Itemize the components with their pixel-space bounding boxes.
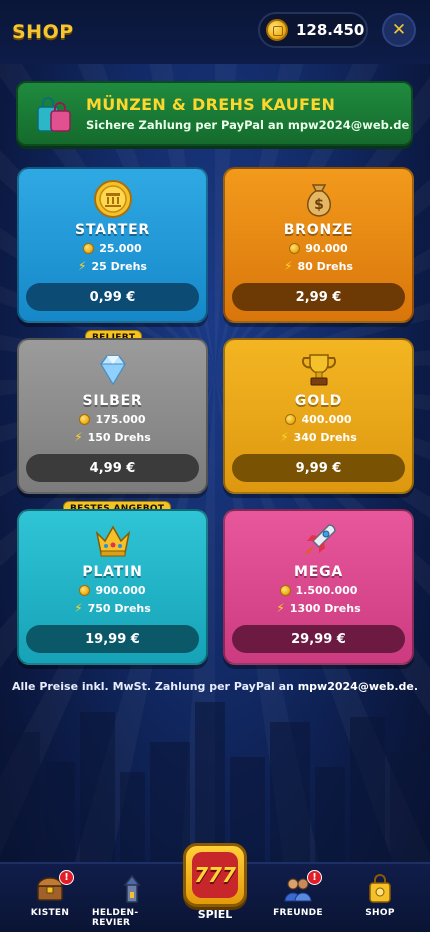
package-coins: 900.000 (95, 584, 146, 597)
package-coins: 175.000 (95, 413, 146, 426)
close-icon: ✕ (391, 20, 407, 40)
package-spins: 750 Drehs (87, 601, 151, 615)
disclaimer-email: mpw2024@web.de (297, 680, 414, 693)
coin-balance-amount: 128.450 (296, 21, 365, 39)
coin-icon (83, 243, 95, 254)
banner-title: MÜNZEN & DREHS KAUFEN (86, 95, 336, 114)
coin-icon (279, 585, 291, 596)
city-skyline-decoration (0, 702, 430, 862)
package-card-bronze[interactable]: $ BRONZE 90.000 ⚡ 80 Drehs 2,99 € (223, 167, 414, 323)
package-spins: 80 Drehs (297, 259, 353, 273)
disclaimer-text: Alle Preise inkl. MwSt. Zahlung per PayP… (11, 680, 298, 693)
package-spins: 340 Drehs (293, 430, 357, 444)
bolt-icon: ⚡ (74, 601, 83, 615)
nav-item-kisten[interactable]: ! KISTEN (10, 870, 90, 918)
package-spins: 1300 Drehs (289, 601, 361, 615)
tower-icon (123, 874, 141, 903)
package-card-mega[interactable]: MEGA 1.500.000 ⚡ 1300 Drehs 29,99 € (223, 509, 414, 665)
coin-icon (285, 414, 297, 425)
banner-subtitle: Sichere Zahlung per PayPal an mpw2024@we… (86, 118, 410, 132)
bolt-icon: ⚡ (280, 430, 289, 444)
nav-item-shop[interactable]: SHOP (340, 874, 420, 918)
buy-button-mega[interactable]: 29,99 € (232, 625, 405, 653)
package-card-platin[interactable]: PLATIN 900.000 ⚡ 750 Drehs 19,99 € (17, 509, 208, 665)
buy-button-gold[interactable]: 9,99 € (232, 454, 405, 482)
package-name: GOLD (294, 393, 343, 409)
purchase-banner[interactable]: MÜNZEN & DREHS KAUFEN Sichere Zahlung pe… (16, 81, 413, 146)
bolt-icon: ⚡ (74, 430, 83, 444)
package-coins: 1.500.000 (295, 584, 358, 597)
slot-777-icon: 777 (192, 852, 238, 898)
nav-label-helden-revier: HELDEN-REVIER (92, 908, 139, 928)
package-coins: 25.000 (99, 242, 142, 255)
disclaimer-suffix: . (413, 680, 419, 693)
nav-label-freunde: FREUNDE (273, 908, 323, 918)
package-name: SILBER (82, 393, 143, 409)
buy-button-bronze[interactable]: 2,99 € (232, 283, 405, 311)
package-coins: 90.000 (305, 242, 348, 255)
package-spins: 150 Drehs (87, 430, 151, 444)
buy-button-silber[interactable]: 4,99 € (26, 454, 199, 482)
nav-label-spiel: SPIEL (197, 908, 233, 921)
notification-badge: ! (59, 870, 74, 885)
svg-text:$: $ (314, 197, 324, 213)
package-name: MEGA (293, 564, 344, 580)
coin-icon (289, 243, 301, 254)
package-coins: 400.000 (301, 413, 352, 426)
page-title: SHOP (12, 21, 74, 43)
coin-icon (266, 19, 288, 41)
package-name: BRONZE (283, 222, 354, 238)
diamond-icon (99, 355, 126, 386)
package-spins: 25 Drehs (91, 259, 147, 273)
package-card-gold[interactable]: GOLD 400.000 ⚡ 340 Drehs 9,99 € (223, 338, 414, 494)
nav-item-helden-revier[interactable]: HELDEN-REVIER (92, 874, 172, 928)
package-name: PLATIN (82, 564, 143, 580)
buy-button-starter[interactable]: 0,99 € (26, 283, 199, 311)
notification-badge: ! (307, 870, 322, 885)
price-disclaimer: Alle Preise inkl. MwSt. Zahlung per PayP… (0, 680, 430, 693)
shop-bag-icon (369, 874, 391, 903)
shopping-bag-icon (37, 96, 71, 132)
bolt-icon: ⚡ (78, 259, 87, 273)
nav-item-freunde[interactable]: ! FREUNDE (258, 870, 338, 918)
package-card-starter[interactable]: STARTER 25.000 ⚡ 25 Drehs 0,99 € (17, 167, 208, 323)
rocket-icon (304, 524, 336, 556)
package-card-silber[interactable]: SILBER 175.000 ⚡ 150 Drehs 4,99 € (17, 338, 208, 494)
nav-label-shop: SHOP (365, 908, 395, 918)
coin-icon (79, 585, 91, 596)
crown-icon (95, 525, 130, 557)
spiel-button[interactable]: 777 (183, 843, 247, 907)
coin-balance: 128.450 (258, 12, 368, 48)
coin-icon (79, 414, 91, 425)
bolt-icon: ⚡ (276, 601, 285, 615)
money-bag-icon: $ (306, 184, 331, 217)
buy-button-platin[interactable]: 19,99 € (26, 625, 199, 653)
nav-label-kisten: KISTEN (30, 908, 70, 918)
package-name: STARTER (74, 222, 151, 238)
top-bar: SHOP 128.450 ✕ (0, 0, 430, 64)
coin-icon (93, 180, 132, 218)
close-button[interactable]: ✕ (382, 13, 416, 47)
bolt-icon: ⚡ (284, 259, 293, 273)
trophy-icon (301, 354, 336, 386)
